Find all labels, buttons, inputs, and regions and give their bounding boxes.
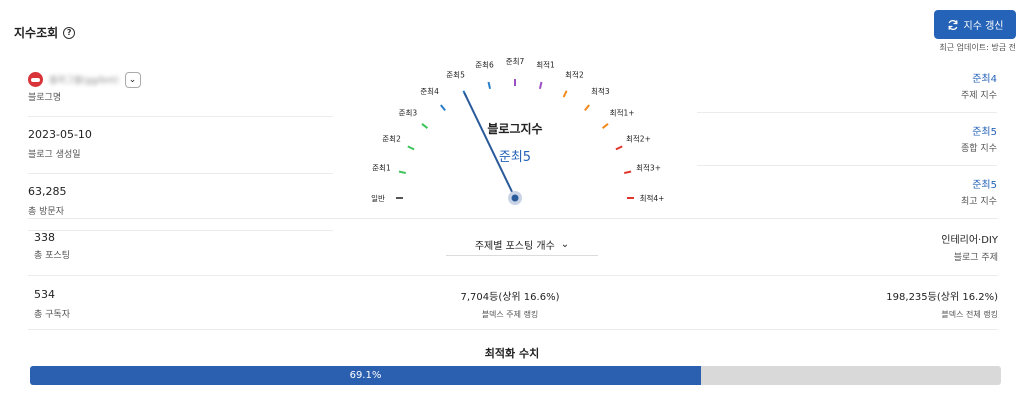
blog-name-item: 블라그블(gg/bnt) ⌄ 블로그명 [28, 60, 333, 117]
visitors-value: 63,285 [28, 185, 67, 198]
blog-topic-item: 인테리어·DIY 블로그 주제 [941, 231, 998, 263]
gauge-tick [601, 123, 609, 129]
gauge-tick [407, 145, 415, 151]
divider [28, 275, 998, 276]
gauge-level-label: 최적2+ [626, 134, 651, 144]
gauge-level-label: 준최5 [446, 70, 465, 80]
topic-rank-value: 7,704등(상위 16.6%) [460, 292, 560, 303]
created-date-value: 2023-05-10 [28, 128, 92, 141]
gauge-title: 블로그지수 [487, 122, 543, 136]
gauge-level-label: 준최4 [420, 86, 439, 96]
topic-rank-item: 7,704등(상위 16.6%) 블덱스 주제 랭킹 [410, 288, 610, 320]
divider [28, 329, 998, 330]
topic-index-value[interactable]: 준최4 [697, 70, 997, 86]
gauge-level-label: 준최3 [399, 108, 418, 118]
refresh-button[interactable]: 지수 갱신 [934, 10, 1016, 39]
last-updated: 최근 업데이트: 방금 전 [939, 43, 1016, 52]
question-circle-icon[interactable]: ? [63, 26, 76, 39]
gauge-tick [584, 104, 590, 112]
best-index-value[interactable]: 준최5 [697, 176, 997, 192]
subscribers-value: 534 [34, 288, 55, 301]
chevron-down-icon: ⌄ [560, 239, 570, 250]
created-date-item: 2023-05-10 블로그 생성일 [28, 117, 333, 174]
gauge-pivot [511, 194, 519, 202]
total-rank-item: 198,235등(상위 16.2%) 블덱스 전체 랭킹 [886, 288, 998, 320]
gauge-grade: 준최5 [498, 150, 532, 165]
blog-avatar [28, 72, 43, 87]
blog-select-button[interactable]: ⌄ [124, 71, 141, 88]
title-row: 지수조회 ? [14, 24, 76, 41]
total-rank-value: 198,235등(상위 16.2%) [886, 292, 998, 303]
blog-name-label: 블로그명 [28, 93, 62, 103]
gauge-level-label: 준최2 [382, 134, 401, 144]
gauge-level-label: 최적2 [565, 70, 584, 80]
gauge-tick [538, 81, 543, 90]
gauge-tick [623, 170, 632, 175]
topic-posting-label: 주제별 포스팅 개수 [474, 241, 555, 252]
refresh-label: 지수 갱신 [963, 21, 1004, 32]
gauge-tick [562, 90, 568, 98]
gauge-tick [421, 123, 429, 129]
topic-index-label: 주제 지수 [961, 91, 997, 101]
best-index-item: 준최5 최고 지수 [697, 166, 997, 219]
blog-topic-label: 블로그 주제 [953, 253, 998, 263]
posts-item: 338 총 포스팅 [34, 231, 70, 261]
page-title: 지수조회 [14, 26, 59, 40]
gauge-level-label: 최적4+ [640, 193, 665, 203]
optimization-title: 최적화 수치 [484, 347, 540, 360]
overall-index-label: 종합 지수 [961, 144, 997, 154]
overall-index-item: 준최5 종합 지수 [697, 113, 997, 166]
topic-rank-label: 블덱스 주제 랭킹 [481, 310, 539, 319]
gauge-level-label: 일반 [371, 194, 385, 203]
posts-label: 총 포스팅 [34, 251, 70, 261]
visitors-label: 총 방문자 [28, 207, 64, 217]
optimization-progress-bar: 69.1% [30, 366, 1001, 385]
overall-index-value[interactable]: 준최5 [697, 123, 997, 139]
gauge-tick [440, 104, 446, 112]
total-rank-label: 블덱스 전체 랭킹 [941, 310, 998, 319]
visitors-item: 63,285 총 방문자 [28, 174, 333, 231]
gauge-tick [398, 170, 407, 175]
gauge-tick [615, 145, 623, 151]
gauge-level-label: 최적1 [536, 59, 555, 69]
posts-value: 338 [34, 231, 55, 244]
subscribers-label: 총 구독자 [34, 310, 70, 320]
blog-topic-value: 인테리어·DIY [941, 235, 998, 246]
gauge-level-label: 최적3+ [636, 163, 661, 173]
left-stats: 블라그블(gg/bnt) ⌄ 블로그명 2023-05-10 블로그 생성일 6… [28, 60, 333, 231]
subscribers-item: 534 총 구독자 [34, 288, 70, 320]
topic-posting-dropdown[interactable]: 주제별 포스팅 개수 ⌄ [446, 234, 598, 256]
gauge-level-label: 최적3 [591, 86, 610, 96]
topic-index-item: 준최4 주제 지수 [697, 60, 997, 113]
gauge-tick [487, 81, 492, 90]
optimization-progress-fill: 69.1% [30, 366, 701, 385]
right-stats: 준최4 주제 지수 준최5 종합 지수 준최5 최고 지수 [697, 60, 997, 219]
gauge-level-label: 준최6 [475, 59, 494, 69]
gauge-level-label: 준최7 [506, 56, 525, 66]
optimization-percent: 69.1% [349, 370, 382, 381]
blog-name: 블라그블(gg/bnt) [49, 76, 119, 86]
refresh-icon [948, 19, 957, 30]
best-index-label: 최고 지수 [961, 197, 997, 207]
gauge-level-label: 준최1 [372, 163, 391, 173]
created-date-label: 블로그 생성일 [28, 150, 81, 160]
gauge-level-label: 최적1+ [610, 108, 635, 118]
